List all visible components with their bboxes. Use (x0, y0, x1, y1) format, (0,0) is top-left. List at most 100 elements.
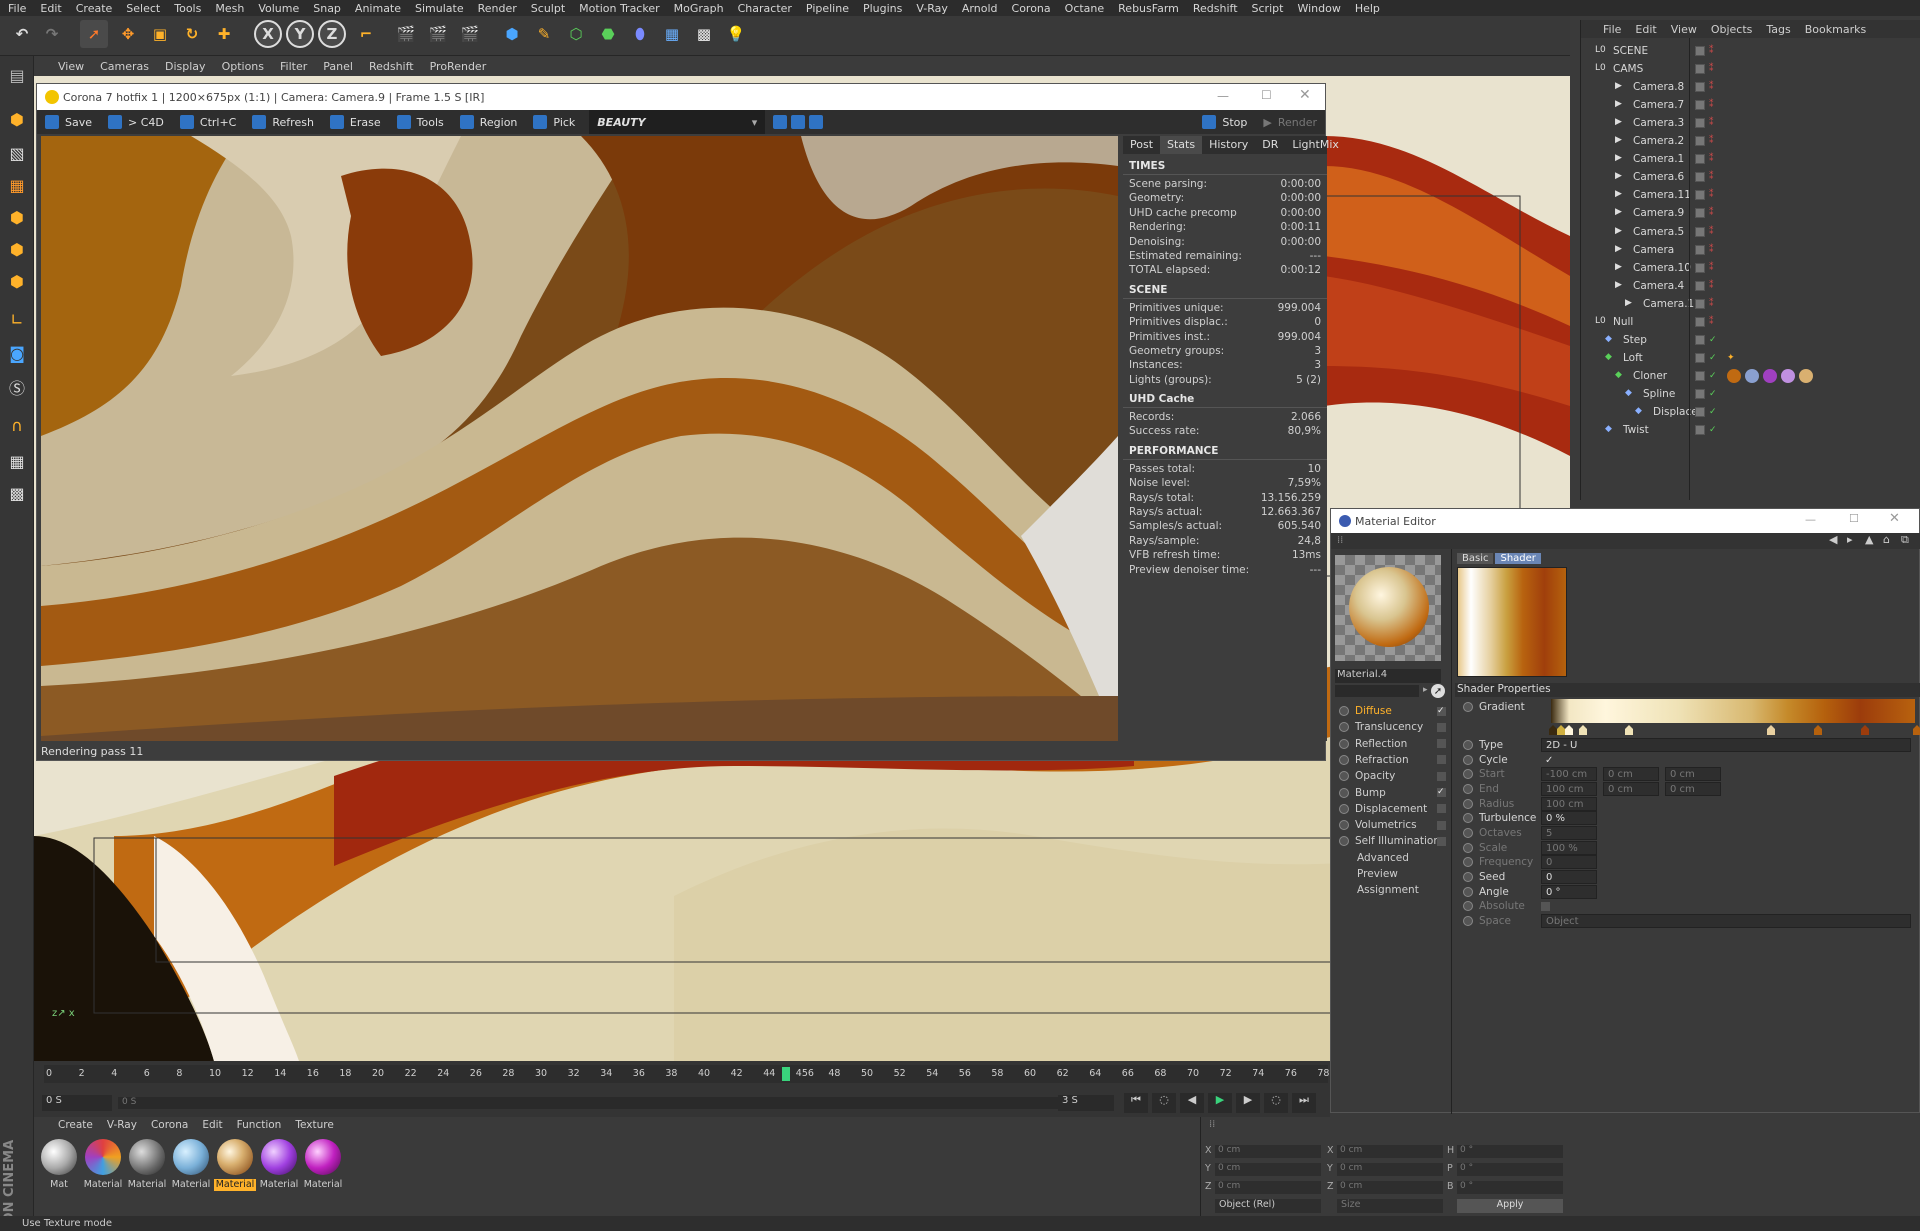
menu-rebusfarm[interactable]: RebusFarm (1118, 2, 1179, 15)
status-icon[interactable]: ⁑ (1709, 154, 1714, 164)
solo-icon[interactable]: Ⓢ (4, 374, 30, 400)
property-gradient[interactable]: Gradient (1463, 699, 1920, 735)
status-icon[interactable]: ⁑ (1709, 263, 1714, 273)
menu-render[interactable]: Render (478, 2, 517, 15)
floor-icon[interactable]: ▦ (658, 20, 686, 48)
material-swatch[interactable]: Material (258, 1137, 300, 1195)
next-key-icon[interactable]: ◌ (1264, 1093, 1288, 1113)
material-menu-function[interactable]: Function (237, 1119, 282, 1131)
snap-icon[interactable]: ∩ (4, 412, 30, 438)
end-time-field[interactable]: 3 S (1058, 1095, 1114, 1111)
polygons-mode-icon[interactable]: ⬢ (4, 268, 30, 294)
save-button[interactable]: Save (37, 110, 100, 134)
x-axis-button[interactable]: X (254, 20, 282, 48)
object-row[interactable]: ◆ Displacer ✓ (1581, 403, 1920, 421)
zoom-out-icon[interactable] (809, 115, 824, 129)
position-y-field[interactable]: 0 cm (1215, 1163, 1321, 1176)
viewport-menu-redshift[interactable]: Redshift (369, 60, 414, 73)
subdivision-icon[interactable]: ⬡ (562, 20, 590, 48)
gradient-knot-icon[interactable] (1814, 725, 1822, 735)
render-button[interactable]: ▶ Render (1255, 110, 1325, 134)
texture-mode-icon[interactable]: ▧ (4, 140, 30, 166)
play-icon[interactable]: ▶ (1208, 1093, 1232, 1113)
object-row[interactable]: ▶ Camera.9 ⁑ (1581, 204, 1920, 222)
light-icon[interactable]: 💡 (722, 20, 750, 48)
property-checkbox[interactable] (1541, 901, 1550, 911)
minimize-icon[interactable]: — (1217, 89, 1229, 103)
gradient-knot-icon[interactable] (1549, 725, 1557, 735)
menu-create[interactable]: Create (76, 2, 113, 15)
move-tool-icon[interactable]: ✥ (114, 20, 142, 48)
tab-post[interactable]: Post (1123, 136, 1160, 154)
gradient-knot-icon[interactable] (1625, 725, 1633, 735)
object-row[interactable]: ◆ Step ✓ (1581, 331, 1920, 349)
pick-button[interactable]: Pick (525, 110, 583, 134)
menu-sculpt[interactable]: Sculpt (531, 2, 565, 15)
visibility-toggle[interactable] (1695, 136, 1705, 147)
visibility-toggle[interactable] (1695, 334, 1705, 345)
model-mode-icon[interactable]: ⬢ (4, 106, 30, 132)
coordinate-system-icon[interactable]: ⌐ (352, 20, 380, 48)
object-row[interactable]: ▶ Camera.7 ⁑ (1581, 96, 1920, 114)
gradient-knot-icon[interactable] (1557, 725, 1565, 735)
back-arrow-icon[interactable]: ◀ (1829, 533, 1837, 546)
status-icon[interactable]: ⁑ (1709, 227, 1714, 237)
visibility-toggle[interactable] (1695, 298, 1705, 309)
property-space[interactable]: Space Object (1463, 913, 1920, 929)
to-c4d-button[interactable]: > C4D (100, 110, 172, 134)
property-field[interactable]: 0 cm (1665, 767, 1721, 781)
material-swatch[interactable]: Material (126, 1137, 168, 1195)
status-icon[interactable]: ⁑ (1709, 64, 1714, 74)
object-row[interactable]: L0 SCENE ⁑ (1581, 42, 1920, 60)
material-name[interactable]: Material.4 (1335, 669, 1441, 683)
menu-pipeline[interactable]: Pipeline (806, 2, 849, 15)
channel-checkbox[interactable]: ✓ (1437, 706, 1446, 716)
scale-z-field[interactable]: 0 cm (1337, 1181, 1443, 1194)
scale-tool-icon[interactable]: ▣ (146, 20, 174, 48)
material-swatch[interactable]: Material (214, 1137, 256, 1195)
make-editable-icon[interactable]: ▤ (4, 62, 30, 88)
viewport-menu-options[interactable]: Options (222, 60, 264, 73)
stop-button[interactable]: Stop (1194, 110, 1255, 134)
material-swatch[interactable]: Material (82, 1137, 124, 1195)
property-field[interactable]: 0 cm (1603, 782, 1659, 796)
minimize-icon[interactable]: — (1805, 513, 1816, 526)
size-mode-select[interactable]: Size (1337, 1199, 1443, 1213)
gradient-knot-icon[interactable] (1913, 725, 1920, 735)
material-name-field[interactable] (1335, 685, 1419, 697)
channel-checkbox[interactable] (1437, 722, 1446, 732)
material-preview[interactable] (1335, 555, 1441, 661)
menu-corona[interactable]: Corona (1012, 2, 1051, 15)
gradient-knot-icon[interactable] (1767, 725, 1775, 735)
visibility-toggle[interactable] (1695, 352, 1705, 363)
position-x-field[interactable]: 0 cm (1215, 1145, 1321, 1158)
position-z-field[interactable]: 0 cm (1215, 1181, 1321, 1194)
menu-simulate[interactable]: Simulate (415, 2, 464, 15)
property-octaves[interactable]: Octaves 5 (1463, 825, 1920, 841)
channel-checkbox[interactable] (1437, 836, 1446, 846)
erase-button[interactable]: Erase (322, 110, 389, 134)
property-field[interactable]: 100 % (1541, 841, 1597, 855)
status-icon[interactable]: ⁑ (1709, 46, 1714, 56)
object-menu-edit[interactable]: Edit (1635, 23, 1656, 36)
property-field[interactable]: 2D - U (1541, 738, 1911, 752)
cube-icon[interactable]: ⬢ (498, 20, 526, 48)
gradient-knot-icon[interactable] (1861, 725, 1869, 735)
status-icon[interactable]: ✓ (1709, 425, 1717, 435)
tab-stats[interactable]: Stats (1160, 136, 1203, 154)
select-tool-icon[interactable]: ➚ (80, 20, 108, 48)
menu-snap[interactable]: Snap (313, 2, 341, 15)
channel-select[interactable]: BEAUTY ▾ (589, 110, 766, 134)
object-row[interactable]: ▶ Camera.6 ⁑ (1581, 168, 1920, 186)
menu-motion-tracker[interactable]: Motion Tracker (579, 2, 659, 15)
visibility-toggle[interactable] (1695, 316, 1705, 327)
status-icon[interactable]: ⁑ (1709, 118, 1714, 128)
viewport-menu-cameras[interactable]: Cameras (100, 60, 149, 73)
menu-redshift[interactable]: Redshift (1193, 2, 1238, 15)
tag-icon[interactable]: ✦ (1727, 353, 1735, 363)
object-row[interactable]: ▶ Camera.12 ⁑ (1581, 295, 1920, 313)
new-window-icon[interactable]: ⧉ (1901, 533, 1909, 547)
playhead[interactable] (782, 1067, 790, 1081)
property-field[interactable]: ✓ (1541, 753, 1597, 767)
rotation-h-field[interactable]: 0 ° (1457, 1145, 1563, 1158)
